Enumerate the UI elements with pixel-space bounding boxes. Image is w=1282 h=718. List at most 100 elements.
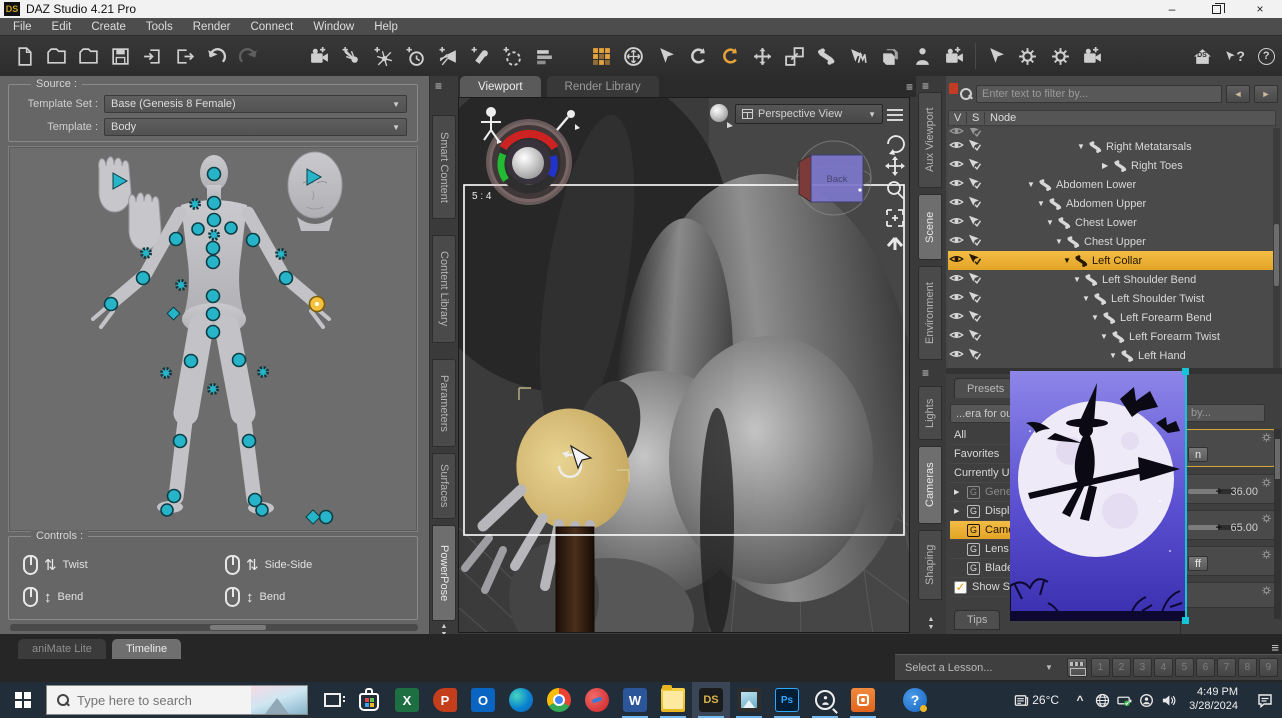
- tab-scene[interactable]: Scene: [918, 194, 942, 260]
- undo-icon[interactable]: [201, 40, 233, 72]
- tree-row[interactable]: ▼ Left Shoulder Twist: [948, 289, 1274, 308]
- template-set-dropdown[interactable]: Base (Genesis 8 Female) ▼: [104, 95, 407, 113]
- params-scrollbar[interactable]: [1274, 429, 1281, 619]
- selectable-icon[interactable]: [965, 177, 985, 192]
- tab-scroll-arrows[interactable]: ▲▼: [916, 616, 946, 633]
- gear-icon[interactable]: [1261, 432, 1272, 443]
- expand-arrow[interactable]: ▼: [1091, 313, 1101, 322]
- spinner-plus[interactable]: +: [1216, 522, 1222, 534]
- lesson-button-6[interactable]: 6: [1196, 658, 1215, 677]
- lesson-button-1[interactable]: 1: [1091, 658, 1110, 677]
- import-icon[interactable]: [136, 40, 168, 72]
- panel-menu-icon[interactable]: ≡: [922, 79, 928, 93]
- tree-scrollbar[interactable]: [1273, 128, 1280, 368]
- selectable-icon[interactable]: [965, 215, 985, 230]
- mesh-tool-icon[interactable]: [842, 40, 874, 72]
- panel-menu-icon[interactable]: ≡: [922, 366, 928, 380]
- open-file-icon[interactable]: [40, 40, 72, 72]
- param-value[interactable]: 36.00: [1230, 486, 1258, 498]
- taskbar-powerpoint[interactable]: P: [426, 682, 464, 718]
- eye-icon[interactable]: [948, 291, 965, 306]
- tree-row[interactable]: ▼ Abdomen Upper: [948, 194, 1274, 213]
- tab-tips[interactable]: Tips: [954, 610, 1000, 630]
- gear-icon[interactable]: [1261, 549, 1272, 560]
- taskbar-daz-studio[interactable]: DS: [692, 682, 730, 718]
- eye-icon[interactable]: [948, 272, 965, 287]
- selectable-icon[interactable]: [965, 253, 985, 268]
- ds-home-icon[interactable]: DS: [1186, 40, 1218, 72]
- tab-parameters[interactable]: Parameters: [432, 359, 456, 447]
- help-icon[interactable]: ?: [1250, 40, 1282, 72]
- taskbar-excel[interactable]: X: [388, 682, 426, 718]
- checkbox-checked-icon[interactable]: ✓: [954, 581, 967, 594]
- scale-tool-icon[interactable]: [778, 40, 810, 72]
- lesson-button-2[interactable]: 2: [1112, 658, 1131, 677]
- tree-row[interactable]: ▼ Abdomen Lower: [948, 175, 1274, 194]
- restore-button[interactable]: [1194, 0, 1238, 18]
- create-timer-icon[interactable]: [400, 40, 432, 72]
- param-row[interactable]: [1183, 582, 1275, 608]
- gear-icon[interactable]: [1261, 585, 1272, 596]
- filter-forward-button[interactable]: ►: [1254, 85, 1278, 103]
- gear-icon[interactable]: [1261, 477, 1272, 488]
- eye-icon[interactable]: [948, 310, 965, 325]
- rotate-select-tool-icon[interactable]: [682, 40, 714, 72]
- menu-help[interactable]: Help: [365, 19, 407, 35]
- menu-file[interactable]: File: [4, 19, 41, 35]
- tree-row-clipped[interactable]: [948, 128, 1274, 137]
- taskbar-outlook[interactable]: O: [464, 682, 502, 718]
- resize-handle[interactable]: [1182, 368, 1189, 375]
- new-file-icon[interactable]: [8, 40, 40, 72]
- task-view-button[interactable]: [314, 682, 350, 718]
- tab-viewport[interactable]: Viewport: [460, 76, 541, 97]
- scene-list-icon[interactable]: [528, 40, 560, 72]
- search-input[interactable]: [77, 693, 227, 708]
- notification-center-icon[interactable]: [1248, 682, 1282, 718]
- taskbar-word[interactable]: W: [616, 682, 654, 718]
- active-rotate-tool-icon[interactable]: [714, 40, 746, 72]
- tree-row-selected[interactable]: ▼ Left Collar: [948, 251, 1274, 270]
- volume-icon[interactable]: [1157, 682, 1179, 718]
- selectable-icon[interactable]: [965, 329, 985, 344]
- temperature-widget[interactable]: 26°C: [1032, 693, 1059, 707]
- lesson-button-7[interactable]: 7: [1217, 658, 1236, 677]
- selectable-icon[interactable]: [965, 272, 985, 287]
- tree-row[interactable]: ▼ Left Forearm Twist: [948, 327, 1274, 346]
- gear-icon[interactable]: [1261, 513, 1272, 524]
- tab-animate-lite[interactable]: aniMate Lite: [18, 639, 106, 659]
- open-recent-icon[interactable]: [72, 40, 104, 72]
- horizontal-scrollbar[interactable]: [10, 624, 418, 631]
- param-row-off[interactable]: ff: [1183, 546, 1275, 576]
- redo-icon[interactable]: [233, 40, 265, 72]
- expand-arrow[interactable]: ▼: [1077, 142, 1087, 151]
- create-primitive-icon[interactable]: [464, 40, 496, 72]
- tool-settings-icon[interactable]: [980, 40, 1012, 72]
- selectable-icon[interactable]: [965, 310, 985, 325]
- lesson-dropdown[interactable]: Select a Lesson...: [895, 662, 1045, 674]
- menu-edit[interactable]: Edit: [43, 19, 81, 35]
- taskbar-chrome[interactable]: [540, 682, 578, 718]
- eye-icon[interactable]: [948, 139, 965, 154]
- menu-tools[interactable]: Tools: [137, 19, 182, 35]
- taskbar-recorder-app[interactable]: [844, 682, 882, 718]
- template-dropdown[interactable]: Body ▼: [104, 118, 407, 136]
- param-row-value2[interactable]: + 65.00: [1183, 510, 1275, 540]
- hidden-icons-chevron[interactable]: ^: [1069, 682, 1091, 718]
- selectable-icon[interactable]: [965, 158, 985, 173]
- tree-row[interactable]: ▼ Left Hand: [948, 346, 1274, 365]
- render-settings-icon[interactable]: [1044, 40, 1076, 72]
- scene-filter-input[interactable]: [976, 85, 1222, 103]
- panel-menu-icon[interactable]: ≡: [435, 79, 441, 93]
- expand-arrow[interactable]: ▼: [1109, 351, 1119, 360]
- spinner-plus[interactable]: +: [1216, 486, 1222, 498]
- lesson-button-5[interactable]: 5: [1175, 658, 1194, 677]
- expand-arrow[interactable]: ▼: [1027, 180, 1037, 189]
- tab-render-library[interactable]: Render Library: [547, 76, 659, 97]
- eye-icon[interactable]: [948, 234, 965, 249]
- export-icon[interactable]: [168, 40, 200, 72]
- param-row-value1[interactable]: + 36.00: [1183, 474, 1275, 504]
- render-icon[interactable]: [1076, 40, 1108, 72]
- tab-cameras[interactable]: Cameras: [918, 446, 942, 524]
- news-widget-icon[interactable]: [1010, 682, 1032, 718]
- taskbar-photos[interactable]: [730, 682, 768, 718]
